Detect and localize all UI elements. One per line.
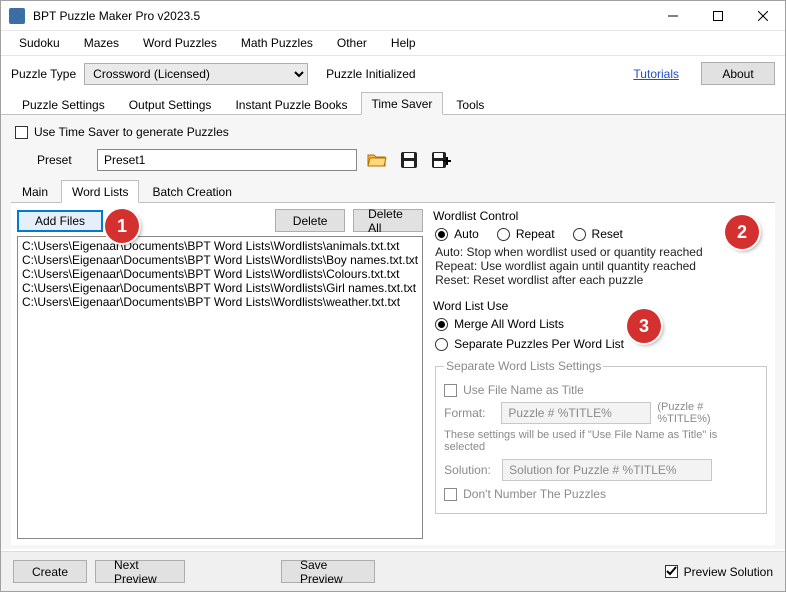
- folder-open-icon: [367, 151, 387, 169]
- next-preview-button[interactable]: Next Preview: [95, 560, 185, 583]
- marker-3: 3: [627, 309, 661, 343]
- check-icon: [666, 566, 677, 577]
- open-preset-button[interactable]: [365, 149, 389, 171]
- dont-number-label: Don't Number The Puzzles: [463, 487, 606, 501]
- use-filename-checkbox: [444, 384, 457, 397]
- maximize-button[interactable]: [695, 1, 740, 30]
- wordlist-use-title: Word List Use: [433, 299, 769, 313]
- sub-tabs: Main Word Lists Batch Creation: [11, 179, 775, 203]
- tab-output-settings[interactable]: Output Settings: [118, 93, 223, 115]
- use-time-saver-label: Use Time Saver to generate Puzzles: [34, 125, 229, 139]
- radio-repeat[interactable]: [497, 228, 510, 241]
- format-input: [501, 402, 651, 424]
- radio-reset[interactable]: [573, 228, 586, 241]
- save-preview-label: Save Preview: [300, 558, 356, 586]
- radio-repeat-label: Repeat: [516, 227, 555, 241]
- menu-sudoku[interactable]: Sudoku: [9, 33, 70, 53]
- list-item[interactable]: C:\Users\Eigenaar\Documents\BPT Word Lis…: [22, 267, 418, 281]
- format-label: Format:: [444, 406, 495, 420]
- list-item[interactable]: C:\Users\Eigenaar\Documents\BPT Word Lis…: [22, 281, 418, 295]
- delete-all-label: Delete All: [368, 207, 408, 235]
- menu-mazes[interactable]: Mazes: [74, 33, 129, 53]
- delete-label: Delete: [293, 214, 328, 228]
- marker-1: 1: [105, 209, 139, 243]
- solution-label: Solution:: [444, 463, 496, 477]
- radio-separate[interactable]: [435, 338, 448, 351]
- minimize-button[interactable]: [650, 1, 695, 30]
- next-preview-label: Next Preview: [114, 558, 166, 586]
- bottom-bar: Create Next Preview Save Preview Preview…: [1, 551, 785, 591]
- tab-puzzle-settings[interactable]: Puzzle Settings: [11, 93, 116, 115]
- app-icon: [9, 8, 25, 24]
- radio-merge[interactable]: [435, 318, 448, 331]
- dont-number-checkbox: [444, 488, 457, 501]
- save-preset-as-button[interactable]: [429, 149, 453, 171]
- word-lists-body: Add Files Delete Delete All C:\Users\Eig…: [11, 203, 775, 545]
- close-button[interactable]: [740, 1, 785, 30]
- help-auto: Auto: Stop when wordlist used or quantit…: [435, 245, 769, 259]
- marker-2: 2: [725, 215, 759, 249]
- puzzle-type-select[interactable]: Crossword (Licensed): [84, 63, 308, 85]
- use-filename-label: Use File Name as Title: [463, 383, 584, 397]
- file-list[interactable]: C:\Users\Eigenaar\Documents\BPT Word Lis…: [17, 236, 423, 539]
- save-preview-button[interactable]: Save Preview: [281, 560, 375, 583]
- solution-input: [502, 459, 712, 481]
- format-hint: (Puzzle # %TITLE%): [657, 401, 758, 425]
- radio-separate-label: Separate Puzzles Per Word List: [454, 337, 624, 351]
- radio-reset-label: Reset: [592, 227, 623, 241]
- tutorials-link[interactable]: Tutorials: [633, 67, 679, 81]
- list-item[interactable]: C:\Users\Eigenaar\Documents\BPT Word Lis…: [22, 253, 418, 267]
- preview-solution-checkbox[interactable]: [665, 565, 678, 578]
- titlebar: BPT Puzzle Maker Pro v2023.5: [1, 1, 785, 31]
- about-label: About: [722, 67, 753, 81]
- help-repeat: Repeat: Use wordlist again until quantit…: [435, 259, 769, 273]
- delete-all-button[interactable]: Delete All: [353, 209, 423, 232]
- use-time-saver-checkbox[interactable]: [15, 126, 28, 139]
- menu-math-puzzles[interactable]: Math Puzzles: [231, 33, 323, 53]
- puzzle-status: Puzzle Initialized: [326, 67, 415, 81]
- menu-help[interactable]: Help: [381, 33, 426, 53]
- create-label: Create: [32, 565, 68, 579]
- top-row: Puzzle Type Crossword (Licensed) Puzzle …: [1, 55, 785, 91]
- radio-auto[interactable]: [435, 228, 448, 241]
- menu-word-puzzles[interactable]: Word Puzzles: [133, 33, 227, 53]
- subtab-main[interactable]: Main: [11, 180, 59, 203]
- separate-note: These settings will be used if "Use File…: [444, 429, 758, 453]
- preset-label: Preset: [37, 153, 89, 167]
- puzzle-type-label: Puzzle Type: [11, 67, 76, 81]
- preset-input[interactable]: [97, 149, 357, 171]
- tab-tools[interactable]: Tools: [445, 93, 495, 115]
- delete-button[interactable]: Delete: [275, 209, 345, 232]
- radio-auto-label: Auto: [454, 227, 479, 241]
- add-files-label: Add Files: [35, 214, 85, 228]
- subtab-batch-creation[interactable]: Batch Creation: [141, 180, 242, 203]
- save-preset-button[interactable]: [397, 149, 421, 171]
- tab-time-saver[interactable]: Time Saver: [361, 92, 444, 115]
- separate-settings-legend: Separate Word Lists Settings: [444, 359, 603, 373]
- help-reset: Reset: Reset wordlist after each puzzle: [435, 273, 769, 287]
- list-item[interactable]: C:\Users\Eigenaar\Documents\BPT Word Lis…: [22, 295, 418, 309]
- window-title: BPT Puzzle Maker Pro v2023.5: [33, 9, 650, 23]
- tab-instant-puzzle-books[interactable]: Instant Puzzle Books: [224, 93, 358, 115]
- main-tabs: Puzzle Settings Output Settings Instant …: [1, 91, 785, 115]
- separate-settings-group: Separate Word Lists Settings Use File Na…: [435, 359, 767, 514]
- preview-solution-label: Preview Solution: [684, 565, 773, 579]
- add-files-button[interactable]: Add Files: [17, 210, 103, 232]
- radio-merge-label: Merge All Word Lists: [454, 317, 564, 331]
- time-saver-body: Use Time Saver to generate Puzzles Prese…: [1, 115, 785, 549]
- about-button[interactable]: About: [701, 62, 775, 85]
- subtab-word-lists[interactable]: Word Lists: [61, 180, 139, 203]
- list-item[interactable]: C:\Users\Eigenaar\Documents\BPT Word Lis…: [22, 239, 418, 253]
- menubar: Sudoku Mazes Word Puzzles Math Puzzles O…: [1, 31, 785, 55]
- save-plus-icon: [431, 151, 451, 169]
- create-button[interactable]: Create: [13, 560, 87, 583]
- wordlist-control-title: Wordlist Control: [433, 209, 769, 223]
- menu-other[interactable]: Other: [327, 33, 377, 53]
- save-icon: [400, 151, 418, 169]
